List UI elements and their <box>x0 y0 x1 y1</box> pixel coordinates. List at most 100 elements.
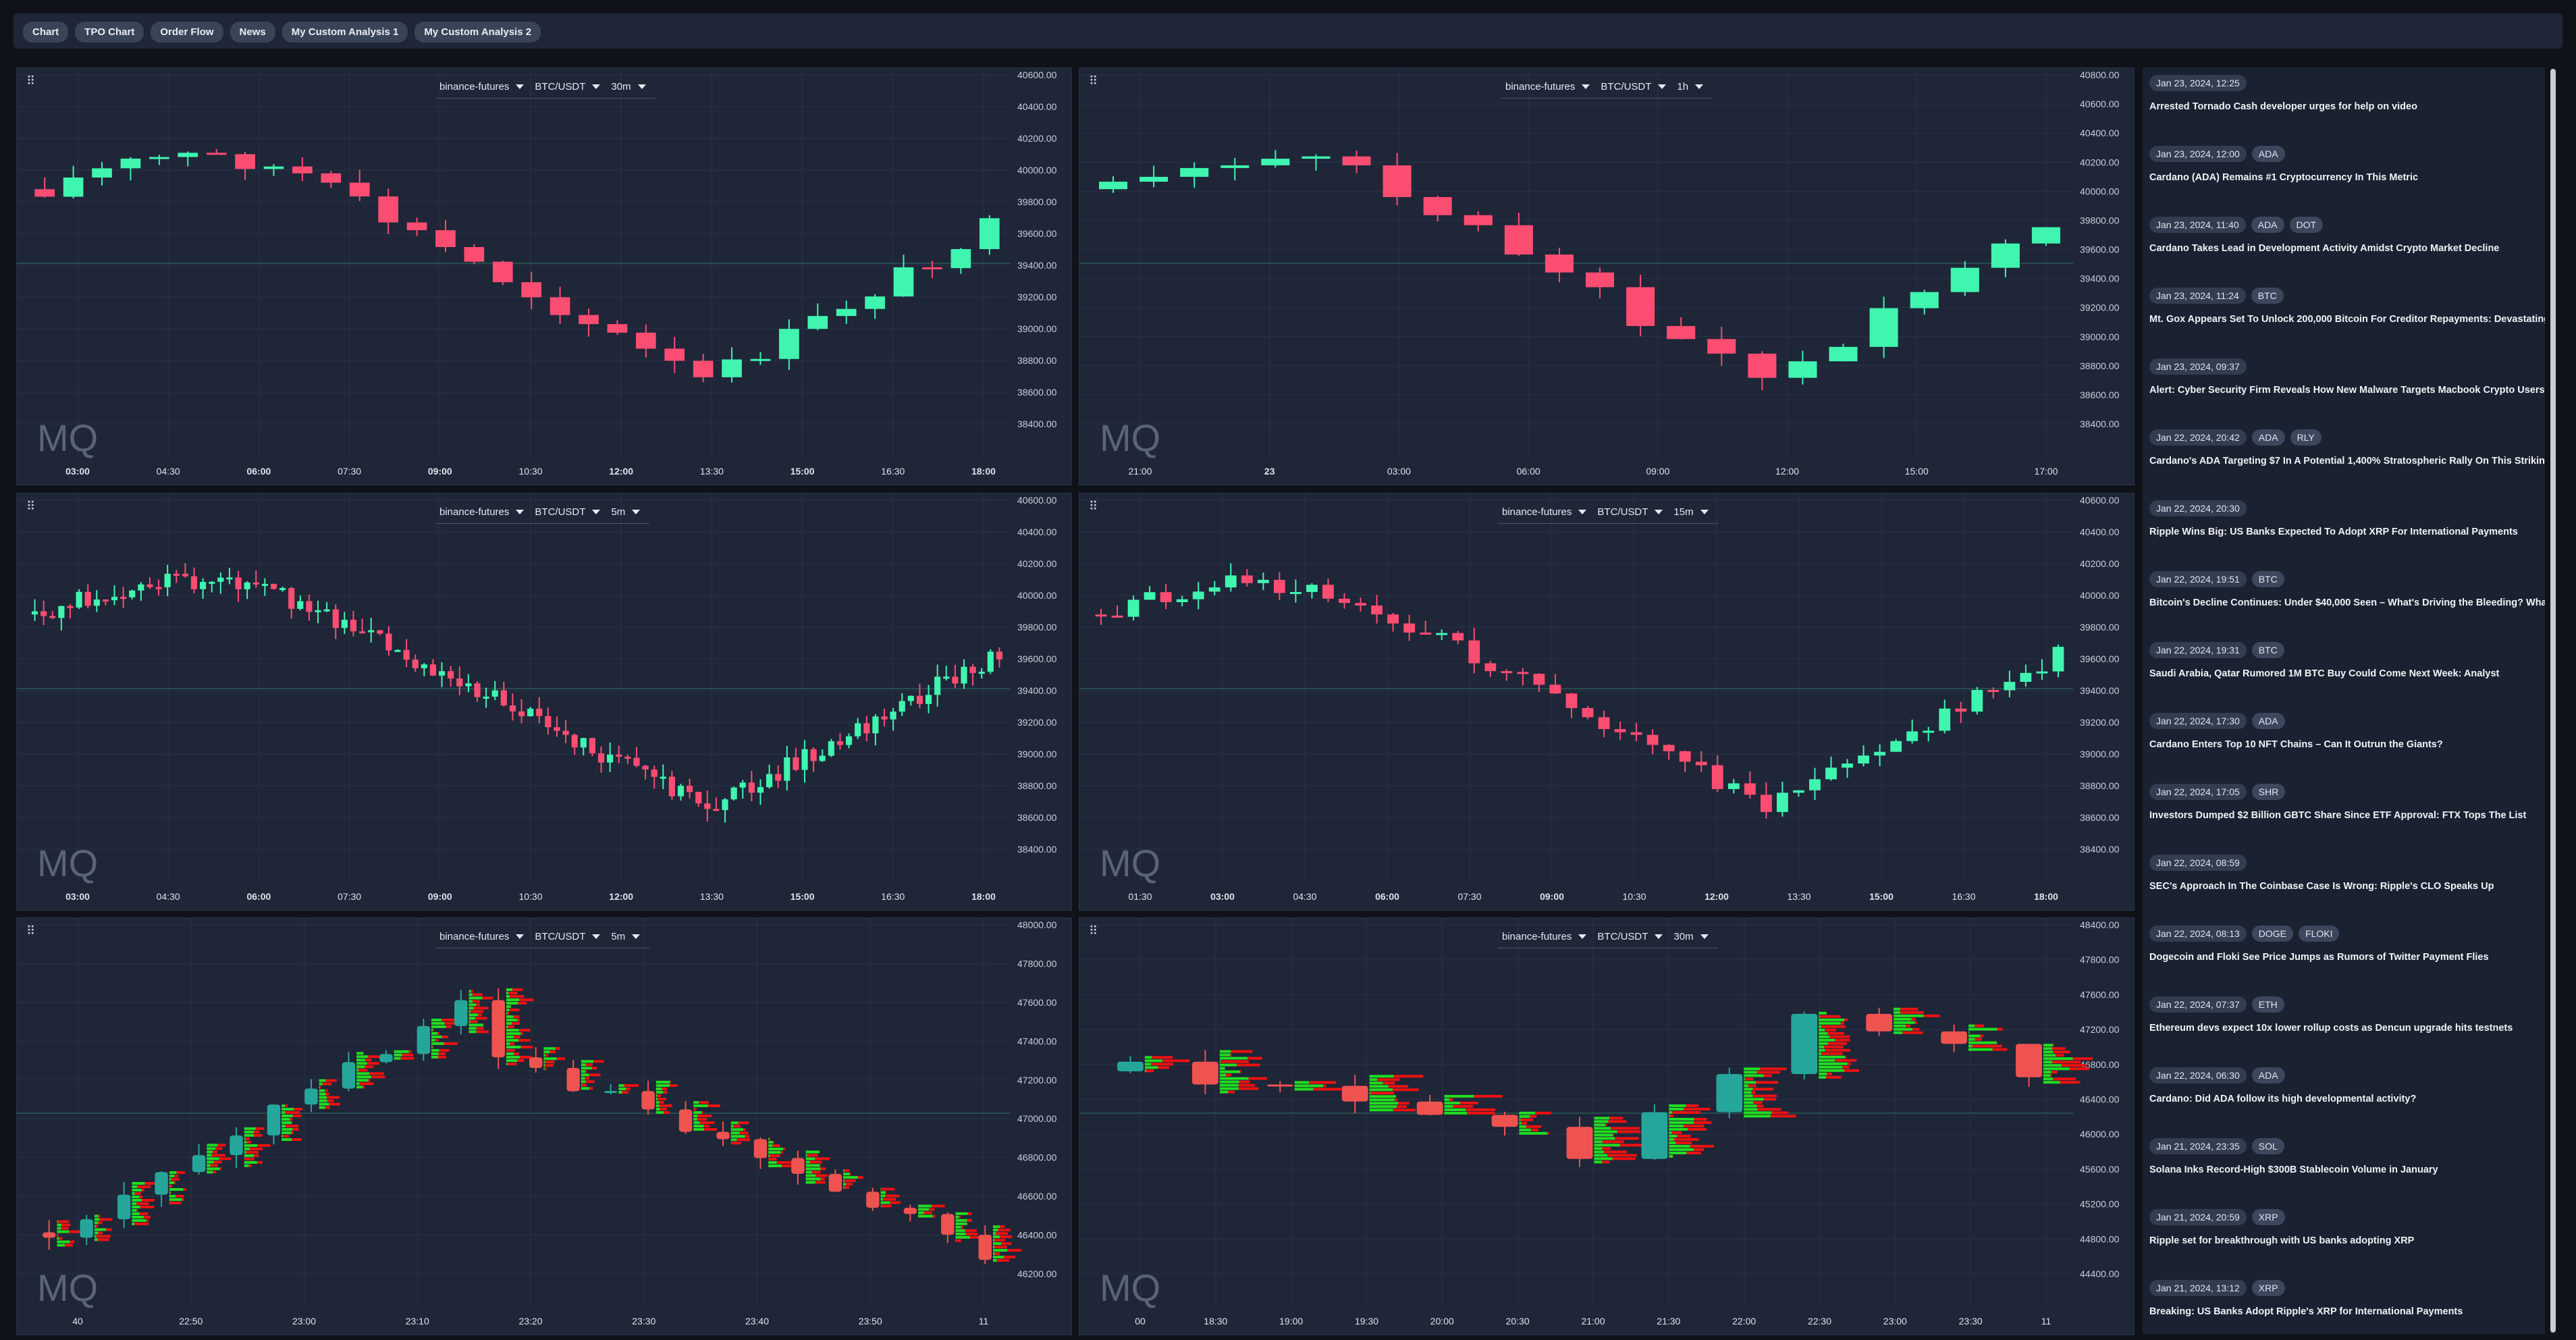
news-headline[interactable]: Alert: Cyber Security Firm Reveals How N… <box>2149 385 2545 396</box>
news-item[interactable]: Jan 22, 2024, 19:31 BTC Saudi Arabia, Qata… <box>2149 641 2545 679</box>
exchange-select[interactable]: binance-futures <box>1502 506 1592 518</box>
news-item[interactable]: Jan 23, 2024, 11:24 BTC Mt. Gox Appears Se… <box>2149 287 2545 325</box>
news-headline[interactable]: Investors Dumped $2 Billion GBTC Share S… <box>2149 810 2545 821</box>
news-headline[interactable]: Cardano Takes Lead in Development Activi… <box>2149 243 2545 254</box>
news-tag-badge[interactable]: ETH <box>2251 996 2284 1013</box>
tab-news[interactable]: News <box>230 22 275 43</box>
news-tag-badge[interactable]: SOL <box>2251 1138 2284 1154</box>
news-tag-badge[interactable]: ADA <box>2251 146 2285 162</box>
symbol-select[interactable]: BTC/USDT <box>1601 81 1671 92</box>
news-headline[interactable]: Ethereum devs expect 10x lower rollup co… <box>2149 1023 2545 1034</box>
news-item[interactable]: Jan 22, 2024, 07:37 ETH Ethereum devs expe… <box>2149 996 2545 1034</box>
news-tag-badge[interactable]: ADA <box>2251 217 2284 233</box>
news-tag-badge[interactable]: DOT <box>2289 217 2324 233</box>
chart-canvas[interactable]: 40600.00 40400.00 40200.00 40000.00 39800.00… <box>17 493 1071 910</box>
candle-body <box>1273 579 1285 593</box>
news-headline[interactable]: Breaking: US Banks Adopt Ripple's XRP fo… <box>2149 1306 2545 1317</box>
interval-select[interactable]: 5m <box>611 506 645 518</box>
news-tag-badge[interactable]: SHR <box>2251 784 2286 800</box>
news-item[interactable]: Jan 22, 2024, 17:30 ADA Cardano Enters Top… <box>2149 712 2545 750</box>
news-item[interactable]: Jan 22, 2024, 20:30 Ripple Wins Big: US B… <box>2149 500 2545 537</box>
symbol-select[interactable]: BTC/USDT <box>535 931 606 942</box>
tab-my-custom-analysis-1[interactable]: My Custom Analysis 1 <box>281 22 408 43</box>
exchange-select[interactable]: binance-futures <box>1505 81 1595 92</box>
news-item[interactable]: Jan 21, 2024, 13:12 XRP Breaking: US Banks… <box>2149 1279 2545 1317</box>
drag-handle-icon[interactable]: ⠿ <box>1089 925 1098 937</box>
news-scrollbar[interactable] <box>2549 68 2557 1334</box>
news-headline[interactable]: Cardano's ADA Targeting $7 In A Potentia… <box>2149 456 2545 466</box>
news-headline[interactable]: Solana Inks Record-High $300B Stablecoin… <box>2149 1164 2545 1175</box>
news-item[interactable]: Jan 23, 2024, 11:40 ADA DOT Cardano Takes L… <box>2149 216 2545 254</box>
tab-order-flow[interactable]: Order Flow <box>151 22 223 43</box>
interval-select[interactable]: 30m <box>1673 931 1713 942</box>
news-headline[interactable]: SEC's Approach In The Coinbase Case Is W… <box>2149 881 2545 892</box>
chart-panel-2[interactable]: 40800.00 40600.00 40400.00 40200.00 40000.00… <box>1079 68 2135 485</box>
symbol-select[interactable]: BTC/USDT <box>535 81 606 92</box>
news-headline[interactable]: Dogecoin and Floki See Price Jumps as Ru… <box>2149 952 2545 963</box>
news-item[interactable]: Jan 22, 2024, 17:05 SHR Investors Dumped $… <box>2149 783 2545 821</box>
news-headline[interactable]: Bitcoin's Decline Continues: Under $40,0… <box>2149 597 2545 608</box>
drag-handle-icon[interactable]: ⠿ <box>26 925 35 937</box>
news-tag-badge[interactable]: ADA <box>2251 713 2285 729</box>
interval-select[interactable]: 5m <box>611 931 645 942</box>
symbol-select[interactable]: BTC/USDT <box>1597 931 1668 942</box>
news-headline[interactable]: Ripple Wins Big: US Banks Expected To Ad… <box>2149 527 2545 537</box>
news-headline[interactable]: Cardano: Did ADA follow its high develop… <box>2149 1094 2545 1104</box>
exchange-select[interactable]: binance-futures <box>439 81 529 92</box>
news-item[interactable]: Jan 21, 2024, 23:35 SOL Solana Inks Record… <box>2149 1137 2545 1175</box>
drag-handle-icon[interactable]: ⠿ <box>26 75 35 87</box>
interval-select[interactable]: 30m <box>611 81 651 92</box>
tab-chart[interactable]: Chart <box>23 22 69 43</box>
news-headline[interactable]: Ripple set for breakthrough with US bank… <box>2149 1235 2545 1246</box>
news-tag-badge[interactable]: BTC <box>2251 571 2284 587</box>
news-item[interactable]: Jan 22, 2024, 08:13 DOGE FLOKI Dogecoin and… <box>2149 925 2545 963</box>
news-tag-badge[interactable]: DOGE <box>2251 926 2294 942</box>
chart-canvas[interactable]: 48000.00 47800.00 47600.00 47400.00 47200.00… <box>17 918 1071 1335</box>
chart-panel-5[interactable]: 48000.00 47800.00 47600.00 47400.00 47200.00… <box>16 917 1072 1335</box>
exchange-select[interactable]: binance-futures <box>1502 931 1592 942</box>
drag-handle-icon[interactable]: ⠿ <box>26 500 35 512</box>
news-tag-badge[interactable]: BTC <box>2251 288 2284 304</box>
symbol-select[interactable]: BTC/USDT <box>535 506 606 518</box>
symbol-select[interactable]: BTC/USDT <box>1597 506 1668 518</box>
tab-my-custom-analysis-2[interactable]: My Custom Analysis 2 <box>414 22 541 43</box>
chart-panel-1[interactable]: 40600.00 40400.00 40200.00 40000.00 39800.00… <box>16 68 1072 485</box>
news-item[interactable]: Jan 21, 2024, 20:59 XRP Ripple set for bre… <box>2149 1208 2545 1246</box>
interval-select[interactable]: 1h <box>1677 81 1709 92</box>
news-tag-badge[interactable]: FLOKI <box>2299 926 2340 942</box>
news-item[interactable]: Jan 23, 2024, 12:25 Arrested Tornado Cash… <box>2149 74 2545 112</box>
news-tag-badge[interactable]: XRP <box>2251 1209 2285 1225</box>
candle-body <box>978 1235 992 1260</box>
news-item[interactable]: Jan 22, 2024, 20:42 ADA RLY Cardano's ADA T… <box>2149 429 2545 466</box>
tab-tpo-chart[interactable]: TPO Chart <box>75 22 144 43</box>
chart-canvas[interactable]: 40600.00 40400.00 40200.00 40000.00 39800.00… <box>1079 493 2134 910</box>
news-tag-badge[interactable]: RLY <box>2290 429 2322 446</box>
exchange-select[interactable]: binance-futures <box>439 506 529 518</box>
news-item[interactable]: Jan 23, 2024, 09:37 Alert: Cyber Security… <box>2149 358 2545 396</box>
news-headline[interactable]: Cardano (ADA) Remains #1 Cryptocurrency … <box>2149 172 2545 183</box>
news-headline[interactable]: Saudi Arabia, Qatar Rumored 1M BTC Buy C… <box>2149 668 2545 679</box>
news-headline[interactable]: Cardano Enters Top 10 NFT Chains – Can I… <box>2149 739 2545 750</box>
chart-canvas[interactable]: 40800.00 40600.00 40400.00 40200.00 40000.00… <box>1079 68 2134 485</box>
news-item[interactable]: Jan 22, 2024, 06:30 ADA Cardano: Did ADA f… <box>2149 1067 2545 1104</box>
chart-panel-6[interactable]: 48400.00 47800.00 47600.00 47200.00 46800.00… <box>1079 917 2135 1335</box>
drag-handle-icon[interactable]: ⠿ <box>1089 500 1098 512</box>
scrollbar-thumb[interactable] <box>2550 69 2556 1333</box>
chart-canvas[interactable]: 40600.00 40400.00 40200.00 40000.00 39800.00… <box>17 68 1071 485</box>
news-item[interactable]: Jan 22, 2024, 08:59 SEC's Approach In The… <box>2149 854 2545 892</box>
news-item[interactable]: Jan 22, 2024, 19:51 BTC Bitcoin's Decline … <box>2149 570 2545 608</box>
chart-panel-3[interactable]: 40600.00 40400.00 40200.00 40000.00 39800.00… <box>16 493 1072 911</box>
news-headline[interactable]: Mt. Gox Appears Set To Unlock 200,000 Bi… <box>2149 314 2545 325</box>
news-tag-badge[interactable]: ADA <box>2251 429 2285 446</box>
news-headline[interactable]: Arrested Tornado Cash developer urges fo… <box>2149 101 2545 112</box>
footprint-bid-bar <box>57 1227 61 1230</box>
drag-handle-icon[interactable]: ⠿ <box>1089 75 1098 87</box>
interval-select[interactable]: 15m <box>1673 506 1713 518</box>
exchange-select[interactable]: binance-futures <box>439 931 529 942</box>
news-tag-badge[interactable]: BTC <box>2251 642 2284 658</box>
news-item[interactable]: Jan 23, 2024, 12:00 ADA Cardano (ADA) Rema… <box>2149 145 2545 183</box>
news-tag-badge[interactable]: ADA <box>2251 1067 2285 1083</box>
chart-panel-4[interactable]: 40600.00 40400.00 40200.00 40000.00 39800.00… <box>1079 493 2135 911</box>
chart-canvas[interactable]: 48400.0047800.0047600.0047200.0046800.00… <box>1079 918 2134 1335</box>
news-tag-badge[interactable]: XRP <box>2251 1280 2285 1296</box>
